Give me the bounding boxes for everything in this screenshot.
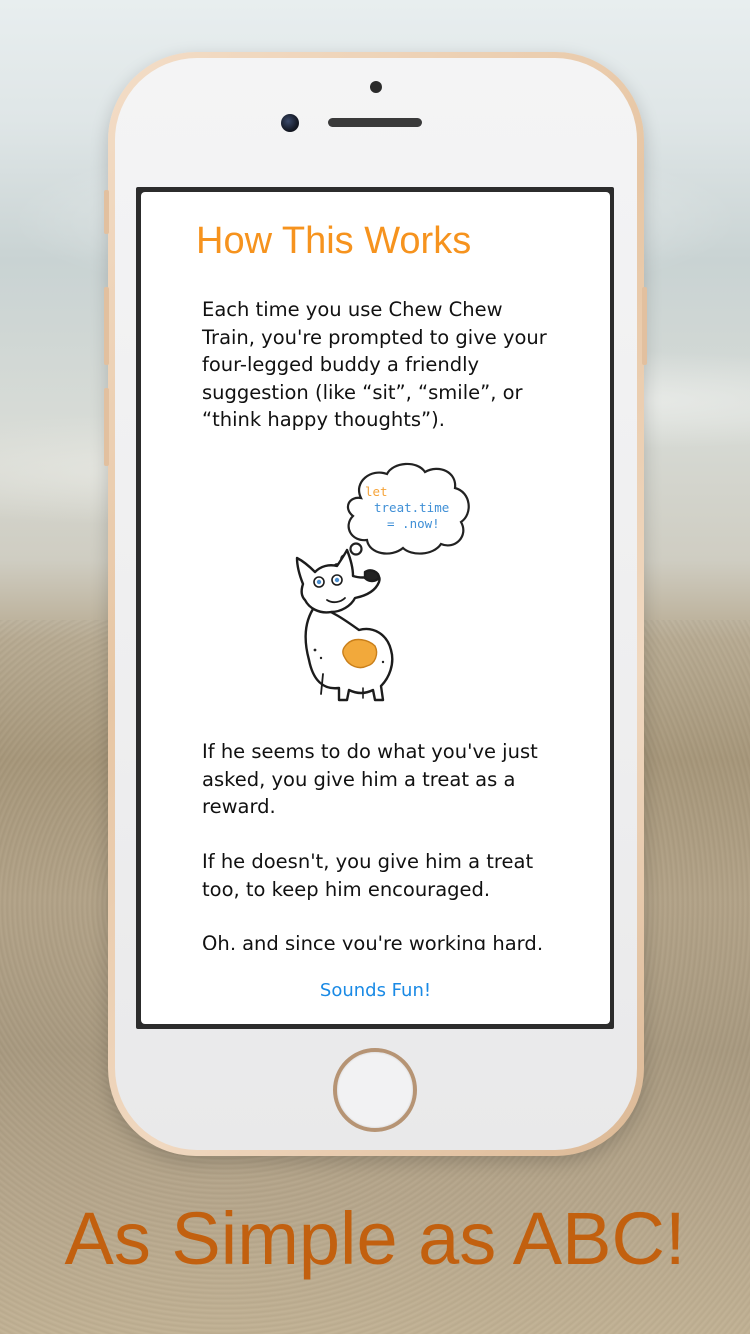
volume-up-button [104,287,109,365]
paragraph-line: Train, you're prompted to give your [202,325,547,349]
power-button [642,287,647,365]
paragraph-line: reward. [202,795,276,818]
front-camera-icon [281,114,299,132]
volume-down-button [104,388,109,466]
paragraph-line: If he doesn't, you give him a treat [202,850,534,873]
paragraph-line: asked, you give him a treat as a [202,767,516,791]
modal-title: How This Works [196,220,472,262]
cutoff-paragraph: Oh, and since you're working hard, [202,930,562,950]
dog-drawing [295,548,394,702]
tagline-caption: As Simple as ABC! [64,1197,686,1280]
earpiece-speaker [328,118,422,127]
proximity-sensor [370,81,382,93]
mute-switch [104,190,109,234]
paragraph-line: “think happy thoughts”). [202,408,445,431]
paragraph-line: Each time you use Chew Chew [202,298,503,321]
how-this-works-modal: How This Works Each time you use Chew Ch… [141,192,610,1024]
paragraph-line: Oh, and since you're working hard, [202,932,543,950]
intro-paragraph: Each time you use Chew Chew Train, you'r… [202,296,562,434]
paragraph-line: four-legged buddy a friendly [202,353,480,376]
encourage-paragraph: If he doesn't, you give him a treat too,… [202,848,562,903]
code-line: = .now! [387,516,440,531]
treat-paragraph: If he seems to do what you've just asked… [202,738,562,821]
code-keyword: let [365,484,388,499]
home-button [333,1048,417,1132]
dog-thinking-illustration: let treat.time = .now! [295,462,470,702]
paragraph-line: suggestion (like “sit”, “smile”, or [202,380,523,404]
code-line: treat.time [374,500,449,515]
sounds-fun-button[interactable]: Sounds Fun! [141,980,610,1001]
paragraph-line: too, to keep him encouraged. [202,877,491,901]
paragraph-line: If he seems to do what you've just [202,740,538,763]
